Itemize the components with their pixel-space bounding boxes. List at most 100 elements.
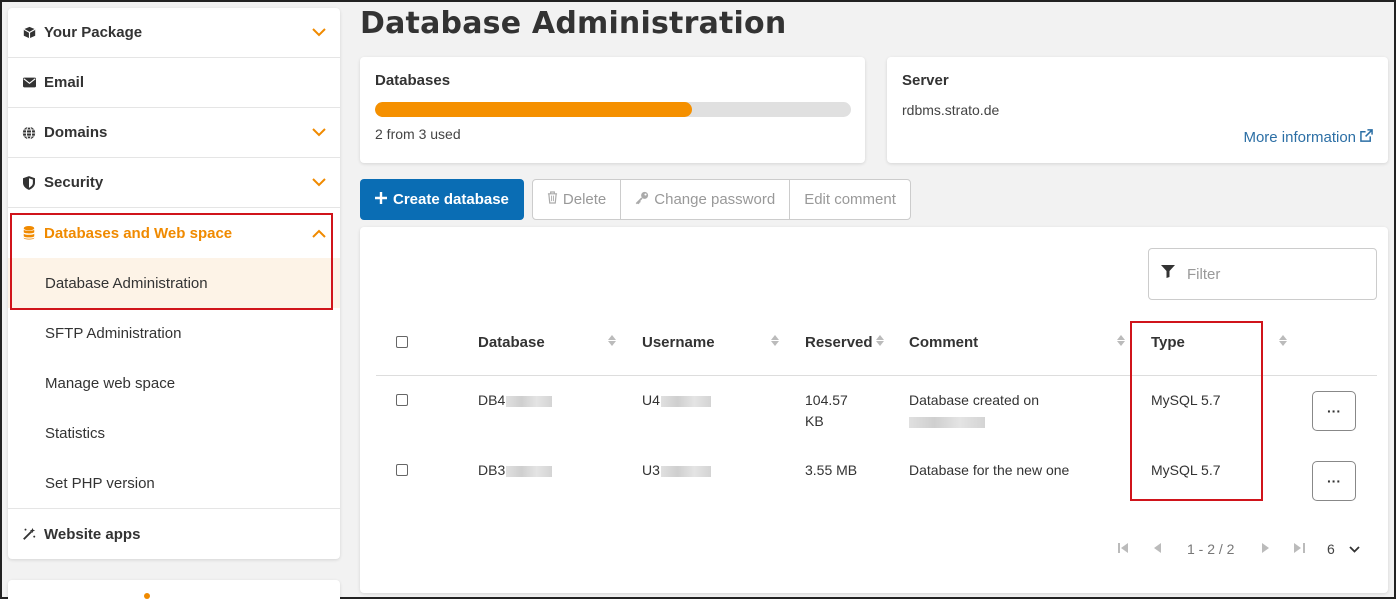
sort-icon[interactable] (1279, 335, 1287, 346)
redacted-text (660, 395, 711, 407)
previous-page-icon[interactable] (1154, 543, 1161, 553)
sidebar-item-databases-web-space[interactable]: Databases and Web space (8, 208, 340, 258)
filter-field[interactable] (1148, 248, 1377, 300)
column-header-reserved[interactable]: Reserved (805, 334, 873, 351)
server-card-title: Server (902, 72, 949, 89)
server-card: Server rdbms.strato.de More information (887, 57, 1388, 163)
last-page-icon[interactable] (1294, 543, 1305, 553)
row-actions-button[interactable]: ··· (1312, 461, 1356, 501)
sort-icon[interactable] (771, 335, 779, 346)
sidebar-item-label: Email (44, 74, 85, 91)
edit-comment-button[interactable]: Edit comment (790, 180, 910, 219)
cell-comment: Database for the new one (909, 462, 1070, 478)
table-header-divider (376, 375, 1377, 376)
create-database-label: Create database (393, 191, 509, 208)
chevron-down-icon (312, 178, 326, 187)
sidebar-item-email[interactable]: Email (8, 58, 340, 108)
cell-type: MySQL 5.7 (1151, 392, 1221, 408)
cell-database: DB3 (478, 460, 553, 481)
sidebar-subitem-statistics[interactable]: Statistics (8, 408, 340, 458)
sidebar-subitem-set-php-version[interactable]: Set PHP version (8, 458, 340, 508)
filter-icon (1161, 265, 1175, 283)
sidebar-subitem-manage-web-space[interactable]: Manage web space (8, 358, 340, 408)
redacted-text (660, 465, 711, 477)
redacted-text (506, 465, 553, 477)
sidebar-item-label: Your Package (44, 24, 143, 41)
row-checkbox[interactable] (396, 394, 408, 406)
next-page-icon[interactable] (1262, 543, 1269, 553)
chevron-down-icon (312, 128, 326, 137)
sidebar-subitem-database-administration[interactable]: Database Administration (8, 258, 340, 308)
database-icon (22, 226, 36, 240)
sort-icon[interactable] (876, 335, 884, 346)
sidebar-item-label: Website apps (44, 525, 141, 543)
sidebar-item-your-package[interactable]: Your Package (8, 8, 340, 58)
column-header-comment[interactable]: Comment (909, 334, 978, 351)
sort-icon[interactable] (1117, 335, 1125, 346)
databases-card-title: Databases (375, 72, 451, 89)
key-icon (635, 191, 649, 209)
edit-comment-label: Edit comment (804, 191, 896, 208)
row-action-button-group: Delete Change password Edit comment (531, 179, 911, 220)
globe-icon (22, 125, 36, 140)
cell-username: U3 (642, 460, 711, 481)
magic-wand-icon (22, 527, 36, 541)
databases-usage-fill (375, 102, 693, 117)
envelope-icon (22, 77, 36, 88)
chevron-up-icon (312, 229, 326, 238)
databases-usage-bar (375, 102, 851, 117)
databases-table-card: Database Username Reserved Comment Type … (360, 227, 1388, 593)
cell-comment: Database created on (909, 390, 1039, 432)
column-header-database[interactable]: Database (478, 334, 545, 351)
sidebar-item-website-apps[interactable]: Website apps (8, 509, 340, 559)
cell-username: U4 (642, 390, 711, 411)
trash-icon (547, 191, 558, 208)
column-header-type[interactable]: Type (1151, 334, 1185, 351)
column-header-username[interactable]: Username (642, 334, 715, 351)
server-hostname: rdbms.strato.de (902, 102, 1000, 118)
delete-button[interactable]: Delete (533, 180, 622, 219)
page-size-select[interactable]: 6 (1327, 541, 1360, 557)
shield-icon (22, 175, 36, 190)
sidebar-item-domains[interactable]: Domains (8, 108, 340, 158)
more-information-link[interactable]: More information (1243, 129, 1373, 146)
sidebar: Your Package Email Domains Security Data… (8, 8, 340, 559)
redacted-text (506, 395, 553, 407)
cell-reserved: 3.55 MB (805, 462, 858, 478)
sidebar-secondary-card (8, 580, 340, 599)
pagination-range: 1 - 2 / 2 (1187, 541, 1235, 557)
change-password-button[interactable]: Change password (621, 180, 791, 219)
page-title: Database Administration (360, 6, 787, 41)
chevron-down-icon (1349, 545, 1360, 553)
filter-input[interactable] (1187, 265, 1357, 283)
sidebar-subitem-sftp-administration[interactable]: SFTP Administration (8, 308, 340, 358)
row-actions-button[interactable]: ··· (1312, 391, 1356, 431)
accent-dot (144, 593, 150, 599)
sidebar-nav: Your Package Email Domains Security Data… (8, 8, 340, 559)
cell-type: MySQL 5.7 (1151, 462, 1221, 478)
create-database-button[interactable]: Create database (360, 179, 524, 220)
sidebar-item-label: Databases and Web space (44, 224, 233, 242)
sidebar-item-label: Security (44, 174, 104, 191)
plus-icon (375, 191, 387, 208)
first-page-icon[interactable] (1118, 543, 1129, 553)
toolbar: Create database Delete Change password E… (360, 179, 911, 220)
cell-reserved: 104.57 KB (805, 392, 848, 429)
delete-label: Delete (562, 191, 607, 208)
redacted-text (909, 416, 985, 428)
cell-database: DB4 (478, 390, 553, 411)
external-link-icon (1360, 129, 1373, 146)
sidebar-item-security[interactable]: Security (8, 158, 340, 208)
chevron-down-icon (312, 28, 326, 37)
box-icon (22, 26, 36, 39)
select-all-checkbox[interactable] (396, 336, 408, 348)
more-information-label: More information (1243, 129, 1356, 146)
row-checkbox[interactable] (396, 464, 408, 476)
sidebar-item-label: Domains (44, 124, 108, 141)
change-password-label: Change password (654, 191, 776, 208)
sort-icon[interactable] (608, 335, 616, 346)
page-size-value: 6 (1327, 541, 1335, 557)
databases-usage-text: 2 from 3 used (375, 126, 461, 142)
databases-card: Databases 2 from 3 used (360, 57, 865, 163)
sidebar-subitems: Database Administration SFTP Administrat… (8, 258, 340, 509)
